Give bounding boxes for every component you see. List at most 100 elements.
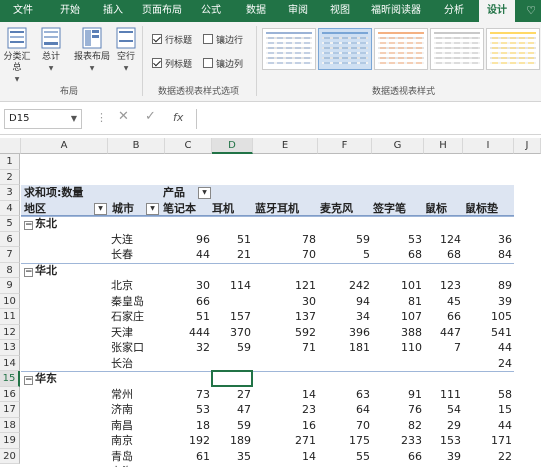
formula-input[interactable]: [196, 109, 541, 129]
confirm-icon[interactable]: ✓: [145, 109, 156, 124]
tab-9[interactable]: 分析: [432, 0, 476, 22]
checkbox[interactable]: [203, 34, 213, 44]
row-header-13[interactable]: 13: [0, 340, 20, 356]
select-all-corner[interactable]: [0, 138, 21, 154]
name-box[interactable]: D15 ▼: [4, 109, 82, 129]
row-header-8[interactable]: 8: [0, 262, 20, 278]
city-name: 秦皇岛: [111, 294, 144, 308]
checkbox[interactable]: [152, 34, 162, 44]
column-header-J[interactable]: J: [514, 138, 541, 154]
tab-4[interactable]: 公式: [193, 0, 229, 22]
row-header-17[interactable]: 17: [0, 402, 20, 418]
region-name: 东北: [35, 217, 57, 230]
product-header: 蓝牙耳机: [255, 201, 299, 215]
row-header-9[interactable]: 9: [0, 278, 20, 294]
tab-10[interactable]: 设计: [479, 0, 515, 22]
value-cell: [424, 356, 461, 372]
row-header-11[interactable]: 11: [0, 309, 20, 325]
separator: [256, 26, 257, 96]
city-filter-button[interactable]: ▼: [146, 202, 159, 215]
row-header-20[interactable]: 20: [0, 448, 20, 464]
row-header-1[interactable]: 1: [0, 154, 20, 170]
row-header-19[interactable]: 19: [0, 433, 20, 449]
city-name: 南京: [111, 434, 133, 447]
option-1[interactable]: 镶边行: [203, 34, 243, 48]
column-header-H[interactable]: H: [424, 138, 463, 154]
option-0[interactable]: 行标题: [152, 34, 192, 48]
value-cell: 59: [237, 418, 251, 432]
collapse-icon[interactable]: −: [24, 267, 33, 277]
tab-8[interactable]: 福昕阅读器: [365, 0, 427, 22]
pivot-row-field: 地区: [24, 201, 46, 215]
tab-6[interactable]: 审阅: [280, 0, 316, 22]
pivot-style-thumb-0[interactable]: [262, 28, 316, 70]
layout-button-0[interactable]: 分类汇总 ▼: [2, 26, 32, 85]
region-label: − 东北: [24, 216, 57, 232]
spreadsheet-grid[interactable]: A B C D E F G H I J 1 2 3 4 5 6 7 8 9 10 11 12 13 14 15 16 17 18 19 2…: [0, 138, 541, 467]
collapse-icon[interactable]: −: [24, 221, 33, 230]
row-header-14[interactable]: 14: [0, 355, 20, 371]
row-filter-button[interactable]: ▼: [94, 202, 107, 215]
value-cell: 96: [196, 232, 210, 246]
row-header-2[interactable]: 2: [0, 169, 20, 185]
value-cell: 44: [196, 248, 210, 261]
value-cell: [372, 356, 422, 372]
city-name: 北京: [111, 279, 133, 292]
tab-7[interactable]: 视图: [322, 0, 358, 22]
option-label: 镶边行: [216, 36, 244, 46]
insert-function-icon[interactable]: fx: [173, 111, 183, 124]
lightbulb-icon[interactable]: ♡: [522, 0, 540, 22]
column-header-G[interactable]: G: [372, 138, 424, 154]
value-cell: 105: [491, 310, 512, 323]
option-label: 行标题: [165, 36, 193, 46]
column-header-C[interactable]: C: [165, 138, 212, 154]
row-header-3[interactable]: 3: [0, 185, 20, 201]
row-header-7[interactable]: 7: [0, 247, 20, 263]
value-cell: [165, 356, 210, 372]
region-divider: [21, 371, 514, 372]
tab-2[interactable]: 插入: [93, 0, 133, 22]
column-header-D[interactable]: D: [212, 138, 253, 154]
pivot-style-thumb-1[interactable]: [318, 28, 372, 70]
row-header-16[interactable]: 16: [0, 386, 20, 402]
row-header-15[interactable]: 15: [0, 371, 20, 387]
column-header-E[interactable]: E: [253, 138, 318, 154]
layout-button-3[interactable]: 空行 ▼: [113, 26, 139, 74]
value-cell: 22: [498, 449, 512, 463]
layout-button-2[interactable]: 报表布局 ▼: [74, 26, 110, 74]
column-header-F[interactable]: F: [318, 138, 372, 154]
option-3[interactable]: 镶边列: [203, 58, 243, 72]
tab-0[interactable]: 文件: [4, 0, 42, 22]
selected-cell[interactable]: [211, 370, 253, 387]
chevron-down-icon[interactable]: ▼: [71, 110, 77, 128]
pivot-style-thumb-3[interactable]: [430, 28, 484, 70]
column-header-B[interactable]: B: [108, 138, 165, 154]
tab-3[interactable]: 页面布局: [136, 0, 188, 22]
row-header-12[interactable]: 12: [0, 324, 20, 340]
row-header-4[interactable]: 4: [0, 200, 20, 216]
value-cell: 370: [230, 325, 251, 339]
row-header-6[interactable]: 6: [0, 231, 20, 247]
value-cell: 70: [302, 248, 316, 261]
checkbox[interactable]: [203, 58, 213, 68]
tab-1[interactable]: 开始: [48, 0, 92, 22]
value-cell: 66: [447, 310, 461, 323]
pivot-sub-field: 城市: [112, 201, 134, 215]
row-header-18[interactable]: 18: [0, 417, 20, 433]
column-header-A[interactable]: A: [21, 138, 108, 154]
collapse-icon[interactable]: −: [24, 376, 33, 385]
cancel-icon[interactable]: ✕: [118, 109, 129, 124]
pivot-style-thumb-2[interactable]: [374, 28, 428, 70]
checkbox[interactable]: [152, 58, 162, 68]
column-header-I[interactable]: I: [463, 138, 514, 154]
value-cell: 91: [408, 387, 422, 401]
column-filter-button[interactable]: ▼: [198, 187, 211, 199]
tab-5[interactable]: 数据: [238, 0, 274, 22]
value-cell: 189: [230, 434, 251, 447]
row-header-5[interactable]: 5: [0, 216, 20, 232]
layout-button-1[interactable]: 总计 ▼: [36, 26, 66, 74]
option-2[interactable]: 列标题: [152, 58, 192, 72]
row-header-10[interactable]: 10: [0, 293, 20, 309]
city-name: 常州: [111, 387, 133, 401]
pivot-style-thumb-4[interactable]: [486, 28, 540, 70]
